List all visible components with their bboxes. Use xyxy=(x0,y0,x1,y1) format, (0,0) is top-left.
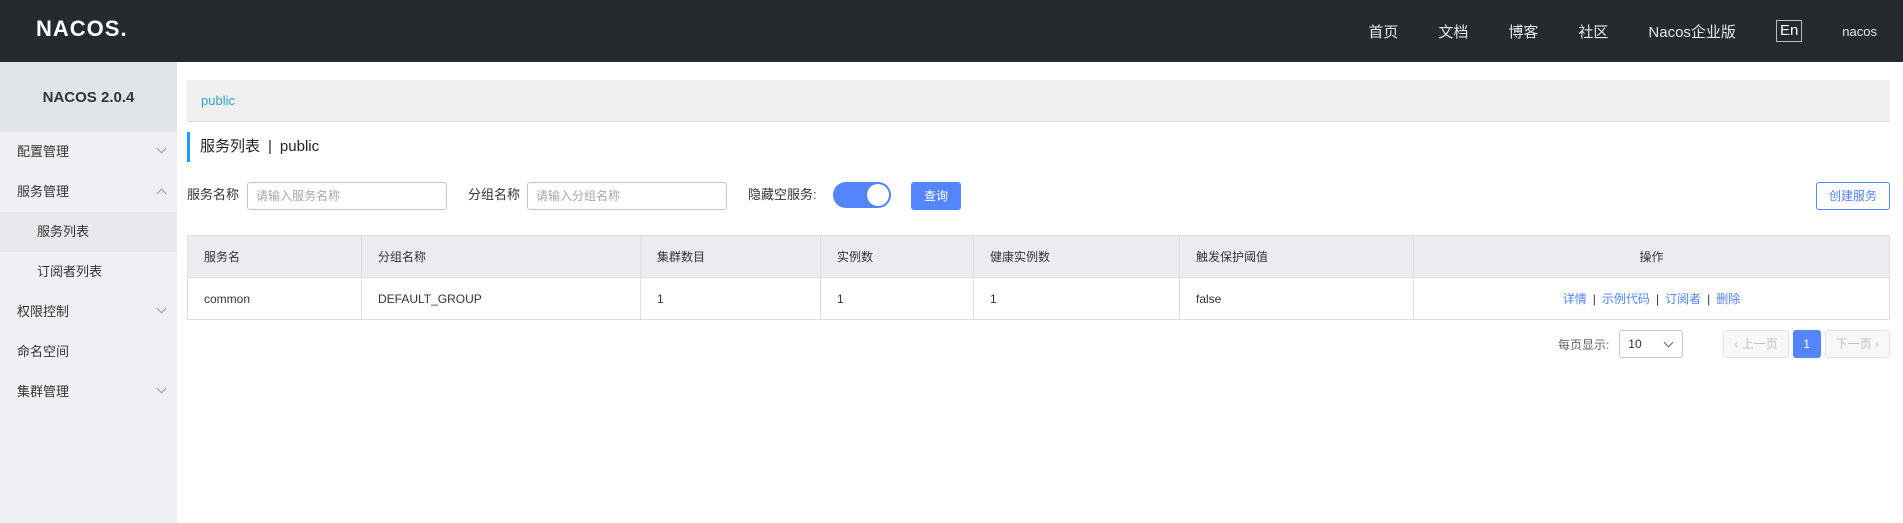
nav-community[interactable]: 社区 xyxy=(1578,21,1608,42)
service-name-input[interactable] xyxy=(247,182,447,210)
sidebar-item-service-list[interactable]: 服务列表 xyxy=(0,212,177,252)
next-page-button[interactable]: 下一页 › xyxy=(1824,330,1890,358)
group-name-label: 分组名称 xyxy=(468,187,521,202)
user-menu[interactable]: nacos xyxy=(1842,24,1877,39)
page-title-namespace: public xyxy=(279,138,320,155)
delete-link[interactable]: 删除 xyxy=(1716,292,1740,306)
top-header: NACOS. 首页 文档 博客 社区 Nacos企业版 En nacos xyxy=(0,0,1903,62)
per-page-value: 10 xyxy=(1628,337,1642,351)
table-row: common DEFAULT_GROUP 1 1 1 false 详情 | 示例代码… xyxy=(187,277,1890,320)
sidebar-item-label: 配置管理 xyxy=(17,144,70,159)
col-healthy-instance-count: 健康实例数 xyxy=(973,235,1180,278)
nav-enterprise[interactable]: Nacos企业版 xyxy=(1648,21,1736,42)
col-service-name: 服务名 xyxy=(187,235,362,278)
query-button[interactable]: 查询 xyxy=(911,182,961,210)
page-title-text: 服务列表 xyxy=(200,138,261,155)
chevron-down-icon xyxy=(156,383,167,394)
subscriber-link[interactable]: 订阅者 xyxy=(1665,292,1701,306)
toggle-knob xyxy=(867,184,889,206)
chevron-down-icon xyxy=(1663,337,1674,348)
page-title: 服务列表 | public xyxy=(187,132,319,162)
page-number-current[interactable]: 1 xyxy=(1792,330,1821,358)
col-operations: 操作 xyxy=(1413,235,1890,278)
title-separator: | xyxy=(268,138,272,155)
filter-bar: 服务名称 分组名称 隐藏空服务: 查询 创建服务 xyxy=(187,180,1890,210)
chevron-down-icon xyxy=(156,143,167,154)
chevron-left-icon: ‹ xyxy=(1734,337,1742,351)
sample-code-link[interactable]: 示例代码 xyxy=(1602,292,1650,306)
language-toggle-button[interactable]: En xyxy=(1775,20,1803,42)
cell-operations: 详情 | 示例代码 | 订阅者 | 删除 xyxy=(1413,277,1890,320)
col-instance-count: 实例数 xyxy=(820,235,974,278)
nav-blog[interactable]: 博客 xyxy=(1508,21,1538,42)
chevron-down-icon xyxy=(156,303,167,314)
sidebar-item-label: 订阅者列表 xyxy=(37,264,103,279)
service-name-label: 服务名称 xyxy=(187,187,240,202)
nav-docs[interactable]: 文档 xyxy=(1438,21,1468,42)
sidebar-item-label: 集群管理 xyxy=(17,384,70,399)
op-divider: | xyxy=(1655,292,1660,306)
prev-page-button[interactable]: ‹ 上一页 xyxy=(1723,330,1789,358)
sidebar-item-namespace[interactable]: 命名空间 xyxy=(0,332,177,372)
cell-protect-threshold: false xyxy=(1179,277,1414,320)
col-cluster-count: 集群数目 xyxy=(640,235,821,278)
hide-empty-label: 隐藏空服务: xyxy=(748,187,817,202)
sidebar-item-label: 权限控制 xyxy=(17,304,70,319)
sidebar: NACOS 2.0.4 配置管理 服务管理 服务列表 订阅者列表 权限控制 命名… xyxy=(0,62,177,523)
cell-group-name: DEFAULT_GROUP xyxy=(361,277,641,320)
namespace-bar: public xyxy=(187,80,1890,122)
op-divider: | xyxy=(1707,292,1711,306)
service-table: 服务名 分组名称 集群数目 实例数 健康实例数 触发保护阈值 操作 common… xyxy=(187,235,1890,320)
pagination: 每页显示: 10 ‹ 上一页 1 下一页 › xyxy=(1558,330,1890,358)
next-page-label: 下一页 xyxy=(1835,337,1872,351)
table-header-row: 服务名 分组名称 集群数目 实例数 健康实例数 触发保护阈值 操作 xyxy=(187,235,1890,278)
chevron-right-icon: › xyxy=(1871,337,1879,351)
col-group-name: 分组名称 xyxy=(361,235,641,278)
detail-link[interactable]: 详情 xyxy=(1563,292,1587,306)
top-nav: 首页 文档 博客 社区 Nacos企业版 En nacos xyxy=(1368,0,1903,62)
create-service-button[interactable]: 创建服务 xyxy=(1816,182,1890,210)
sidebar-item-service-management[interactable]: 服务管理 xyxy=(0,172,177,212)
nacos-logo[interactable]: NACOS. xyxy=(36,16,128,42)
group-name-input[interactable] xyxy=(527,182,727,210)
cell-service-name: common xyxy=(187,277,362,320)
version-label: NACOS 2.0.4 xyxy=(0,62,177,132)
col-protect-threshold: 触发保护阈值 xyxy=(1179,235,1414,278)
sidebar-item-config-management[interactable]: 配置管理 xyxy=(0,132,177,172)
sidebar-item-access-control[interactable]: 权限控制 xyxy=(0,292,177,332)
cell-healthy-instance-count: 1 xyxy=(973,277,1180,320)
nav-home[interactable]: 首页 xyxy=(1368,21,1398,42)
per-page-label: 每页显示: xyxy=(1557,337,1610,352)
hide-empty-toggle[interactable] xyxy=(833,182,891,208)
main-content: public 服务列表 | public 服务名称 分组名称 隐藏空服务: 查询 创… xyxy=(177,62,1903,523)
prev-page-label: 上一页 xyxy=(1741,337,1778,351)
sidebar-item-cluster-management[interactable]: 集群管理 xyxy=(0,372,177,412)
cell-instance-count: 1 xyxy=(820,277,974,320)
chevron-up-icon xyxy=(156,188,167,199)
op-divider: | xyxy=(1592,292,1596,306)
sidebar-item-label: 服务管理 xyxy=(17,184,70,199)
per-page-select[interactable]: 10 xyxy=(1619,330,1684,358)
sidebar-item-subscriber-list[interactable]: 订阅者列表 xyxy=(0,252,177,292)
cell-cluster-count: 1 xyxy=(640,277,821,320)
namespace-public-link[interactable]: public xyxy=(201,93,235,108)
sidebar-item-label: 命名空间 xyxy=(17,344,70,359)
sidebar-item-label: 服务列表 xyxy=(37,224,90,239)
